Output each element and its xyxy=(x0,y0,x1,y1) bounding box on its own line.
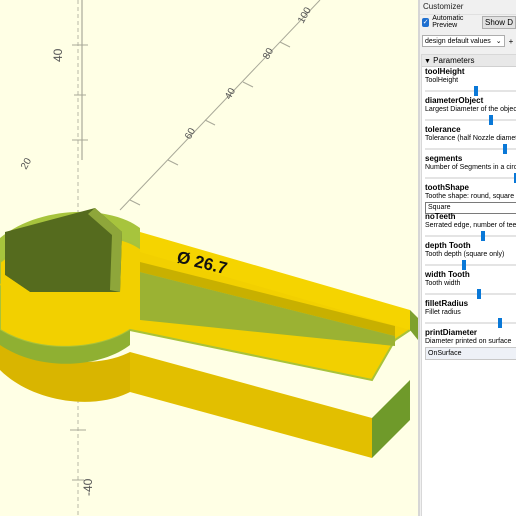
preset-row: design default values ⌄ + xyxy=(420,34,516,48)
axis-label: 40 xyxy=(51,48,65,62)
auto-preview-label: Automatic Preview xyxy=(432,15,464,29)
slider-thumb[interactable] xyxy=(503,144,507,154)
parameters-box: ▼ Parameters toolHeight ToolHeight diamete… xyxy=(421,54,516,516)
param-name: segments xyxy=(425,154,463,163)
param-name: tolerance xyxy=(425,125,461,134)
collapse-triangle-icon: ▼ xyxy=(424,58,431,65)
customizer-title: Customizer xyxy=(420,0,516,15)
axis-label: 100 xyxy=(296,5,314,25)
param-slider[interactable] xyxy=(425,231,516,241)
slider-track xyxy=(425,119,516,121)
param-description: Diameter printed on surface xyxy=(425,338,512,345)
param-description: ToolHeight xyxy=(425,77,459,84)
param-description: Tooth width xyxy=(425,280,461,287)
param-toolheight: toolHeight ToolHeight xyxy=(425,67,516,96)
param-slider[interactable] xyxy=(425,318,516,328)
param-width-tooth: width Tooth Tooth width xyxy=(425,270,516,299)
param-slider[interactable] xyxy=(425,173,516,183)
slider-thumb[interactable] xyxy=(481,231,485,241)
3d-viewport[interactable]: 40 40 60 80 100 -40 20 Ø 26.7 xyxy=(0,0,418,516)
prong-end xyxy=(410,310,418,340)
param-noteeth: noTeeth Serrated edge, number of teeth xyxy=(425,212,516,241)
param-description: Largest Diameter of the object xyxy=(425,106,516,113)
param-name: toothShape xyxy=(425,183,469,192)
slider-thumb[interactable] xyxy=(462,260,466,270)
param-diameterobject: diameterObject Largest Diameter of the ob… xyxy=(425,96,516,125)
param-name: width Tooth xyxy=(425,270,470,279)
param-slider[interactable] xyxy=(425,260,516,270)
param-name: filletRadius xyxy=(425,299,469,308)
parameters-header[interactable]: ▼ Parameters xyxy=(422,55,516,67)
param-name: printDiameter xyxy=(425,328,478,337)
parameters-header-label: Parameters xyxy=(433,56,475,65)
param-segments: segments Number of Segments in a circle xyxy=(425,154,516,183)
param-slider[interactable] xyxy=(425,289,516,299)
param-filletradius: filletRadius Fillet radius xyxy=(425,299,516,328)
slider-track xyxy=(425,177,516,179)
param-slider[interactable] xyxy=(425,86,516,96)
param-description: Tolerance (half Nozzle diameter) xyxy=(425,135,516,142)
param-toothshape: toothShape Toothe shape: round, square Squ… xyxy=(425,183,516,214)
param-description: Toothe shape: round, square xyxy=(425,193,515,200)
param-slider[interactable] xyxy=(425,115,516,125)
param-description: Serrated edge, number of teeth xyxy=(425,222,516,229)
add-preset-button[interactable]: + xyxy=(509,37,514,46)
param-name: depth Tooth xyxy=(425,241,471,250)
preset-value: design default values xyxy=(425,38,491,45)
auto-preview-checkbox[interactable]: ✓ xyxy=(422,17,430,27)
param-slider[interactable] xyxy=(425,144,516,154)
param-name: noTeeth xyxy=(425,212,456,221)
auto-preview-row: ✓ Automatic Preview Show D xyxy=(420,15,516,29)
param-tolerance: tolerance Tolerance (half Nozzle diameter… xyxy=(425,125,516,154)
param-description: Fillet radius xyxy=(425,309,461,316)
slider-track xyxy=(425,90,516,92)
slider-track xyxy=(425,264,516,266)
slider-thumb[interactable] xyxy=(498,318,502,328)
show-details-button[interactable]: Show D xyxy=(481,15,516,29)
3d-scene[interactable]: 40 40 60 80 100 -40 20 Ø 26.7 xyxy=(0,0,418,516)
slider-track xyxy=(425,322,516,324)
handle-end-face xyxy=(372,380,410,458)
slider-thumb[interactable] xyxy=(489,115,493,125)
axis-label: 20 xyxy=(19,156,34,172)
slider-thumb[interactable] xyxy=(477,289,481,299)
param-name: toolHeight xyxy=(425,67,465,76)
param-printdiameter: printDiameter Diameter printed on surface… xyxy=(425,328,516,360)
param-description: Tooth depth (square only) xyxy=(425,251,505,258)
slider-track xyxy=(425,293,516,295)
axis-label: 60 xyxy=(183,126,198,142)
param-select[interactable]: OnSurface xyxy=(425,347,516,360)
param-name: diameterObject xyxy=(425,96,484,105)
axis-label: -40 xyxy=(81,478,95,496)
preset-select[interactable]: design default values ⌄ xyxy=(422,35,505,47)
y-axis-line xyxy=(119,0,321,211)
param-depth-tooth: depth Tooth Tooth depth (square only) xyxy=(425,241,516,270)
customizer-panel: Customizer ✓ Automatic Preview Show D de… xyxy=(420,0,516,516)
param-description: Number of Segments in a circle xyxy=(425,164,516,171)
chevron-down-icon: ⌄ xyxy=(495,38,502,45)
slider-thumb[interactable] xyxy=(474,86,478,96)
slider-track xyxy=(425,235,516,237)
